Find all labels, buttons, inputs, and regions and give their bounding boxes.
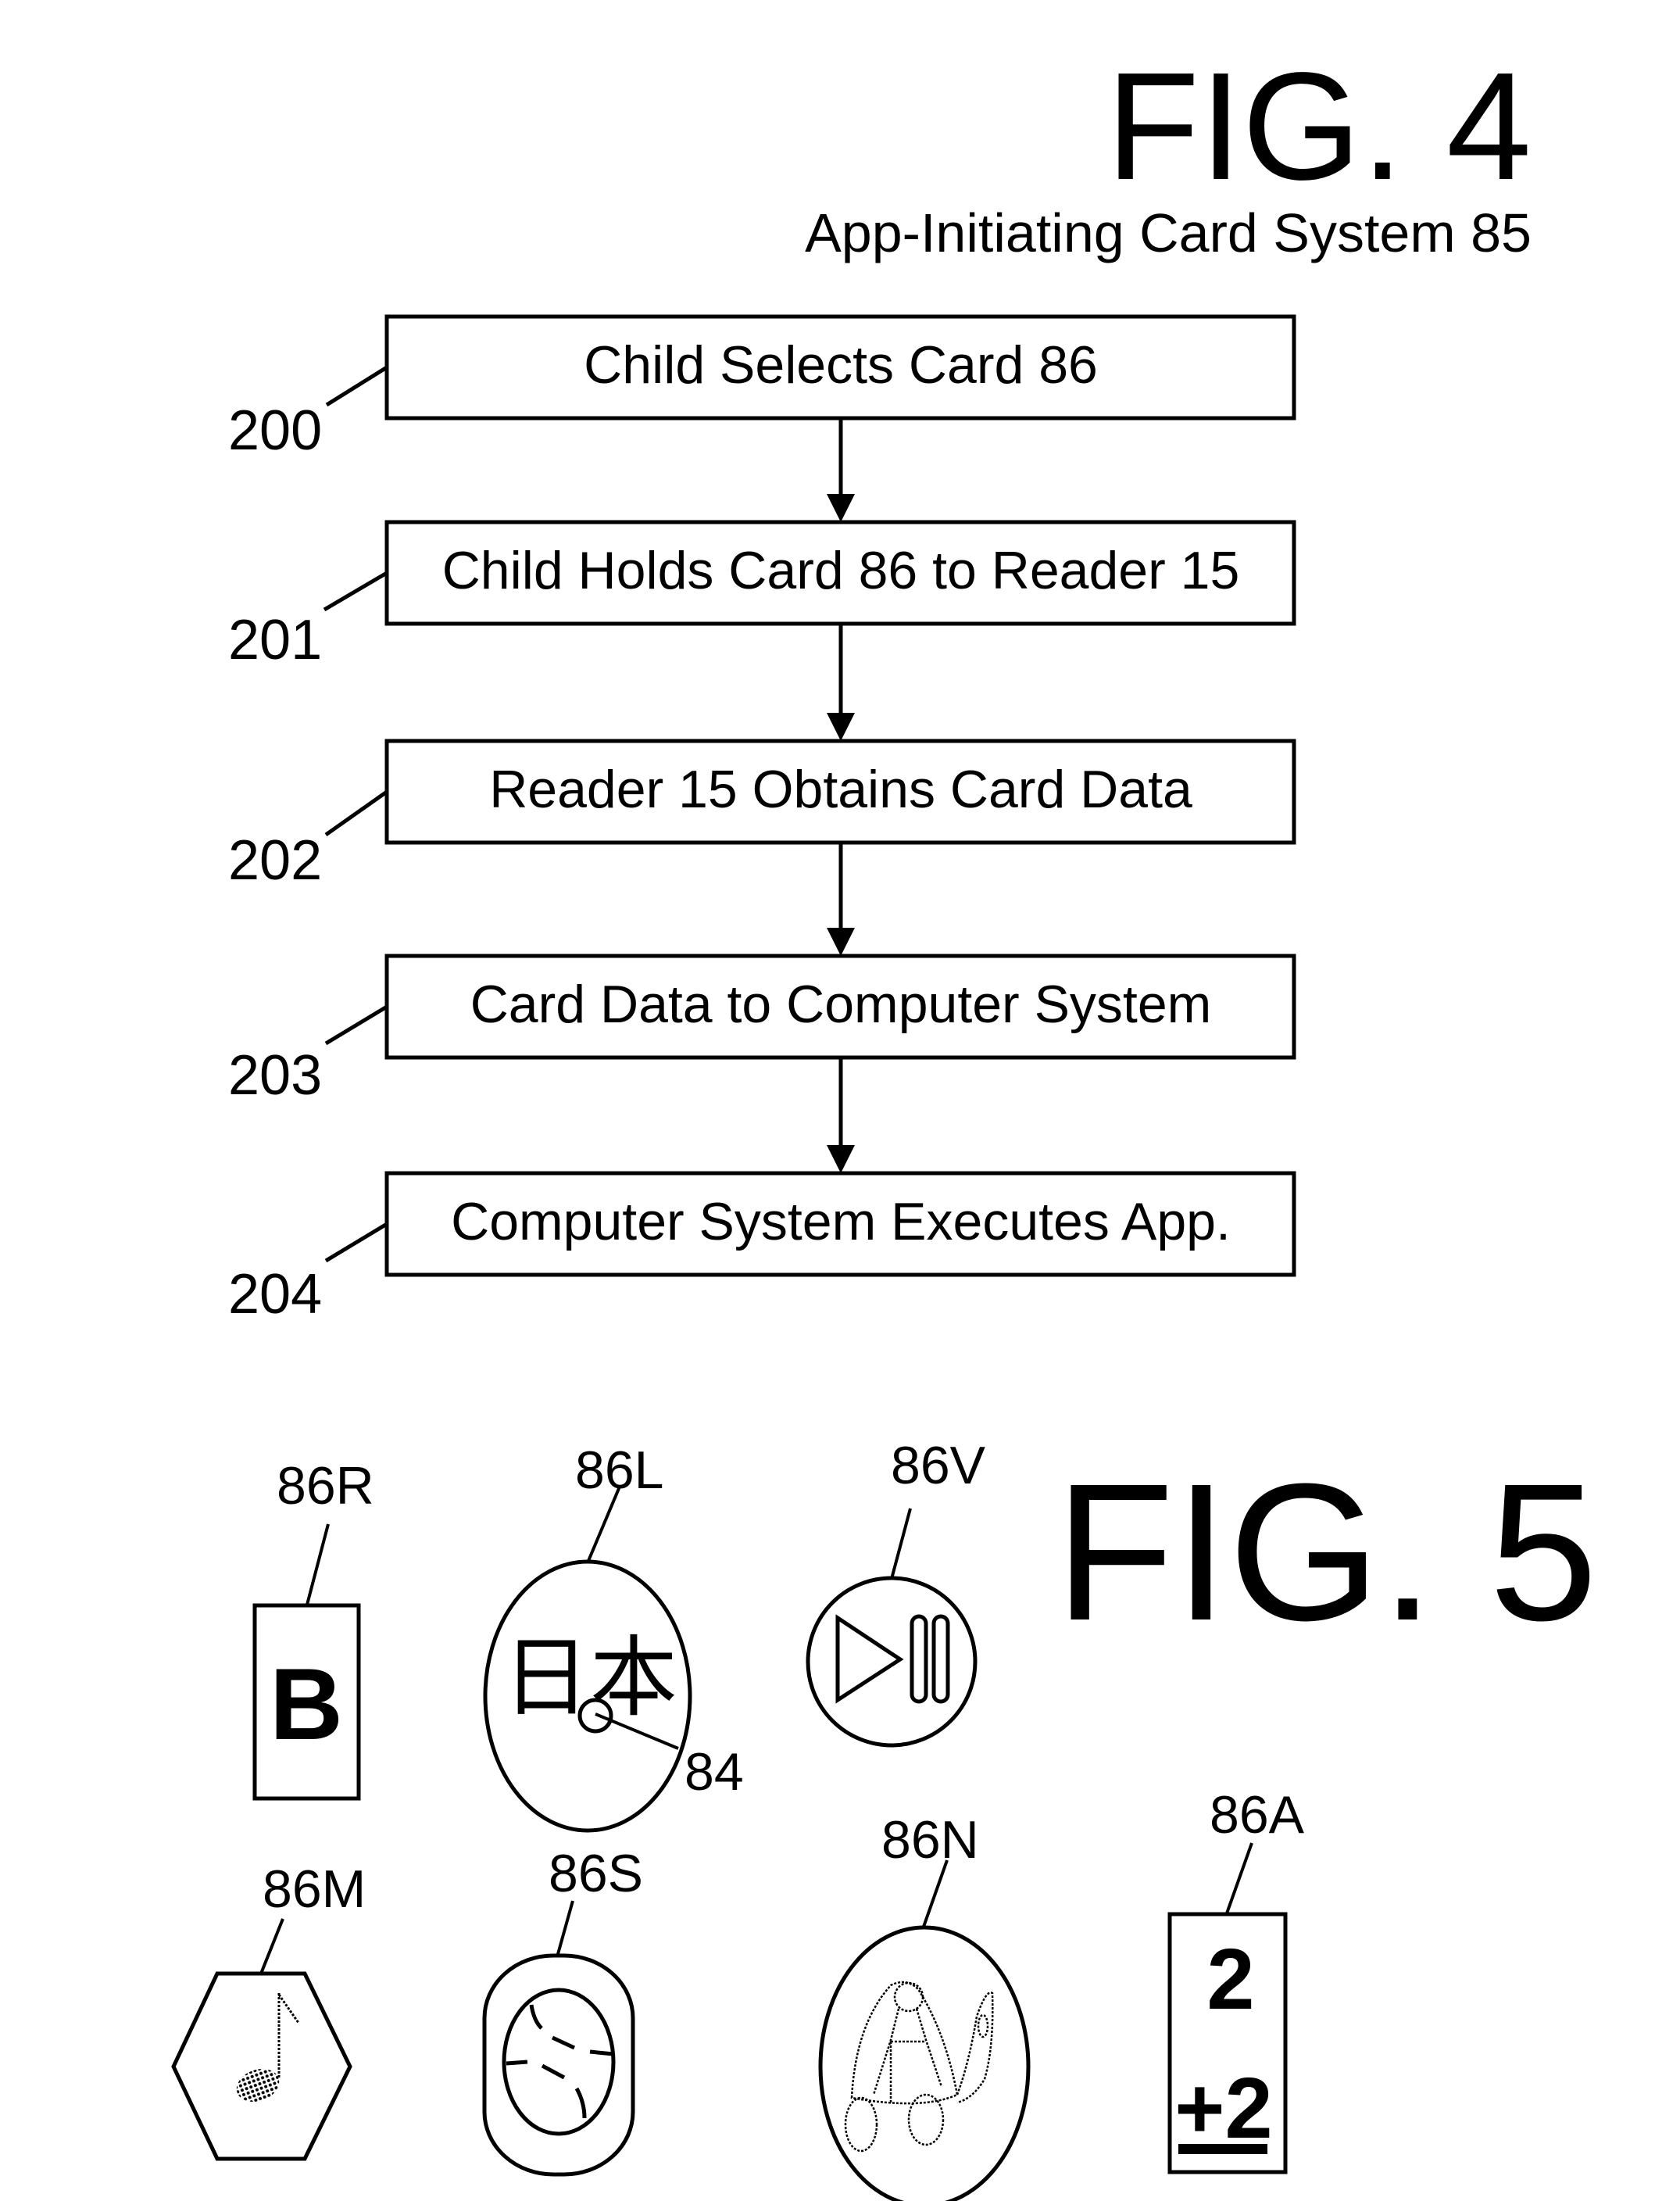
fig5-title: FIG. 5 (1055, 1443, 1598, 1661)
card-86m: 86M (171, 1859, 366, 2161)
pause-bar-icon (910, 1614, 928, 1704)
music-note-icon (236, 2068, 280, 2103)
step-label-202: Reader 15 Obtains Card Data (489, 760, 1192, 819)
ref-leader-86s (556, 1900, 574, 1955)
card-ref-86r: 86R (277, 1456, 374, 1516)
arrow-down-icon (827, 494, 855, 522)
step-ref-202: 202 (228, 829, 322, 892)
fig4-title: FIG. 4 (1106, 41, 1532, 212)
ref-leader-86r (306, 1523, 330, 1605)
arrow-down-icon (827, 713, 855, 741)
card-symbol-b: B (270, 1647, 343, 1761)
baseball-stitches (506, 2004, 614, 2119)
card-86a: 86A 2 +2 (1167, 1785, 1305, 2174)
ref-leader-86n (922, 1859, 949, 1927)
ref-leader-204 (324, 1222, 388, 1263)
ref-leader-202 (324, 789, 388, 837)
step-ref-204: 204 (228, 1263, 322, 1326)
card-top-number: 2 (1206, 1931, 1254, 2027)
card-86v: 86V (806, 1436, 986, 1748)
step-label-200: Child Selects Card 86 (584, 335, 1098, 395)
card-86s: 86S (482, 1844, 643, 2177)
step-label-203: Card Data to Computer System (470, 975, 1212, 1034)
card-ref-86s: 86S (549, 1844, 643, 1903)
card-symbol-kanji: 日本 (502, 1629, 677, 1727)
turtle-icon (844, 1981, 994, 2153)
step-ref-203: 203 (228, 1044, 322, 1107)
card-ref-86a: 86A (1210, 1785, 1305, 1845)
step-ref-200: 200 (228, 399, 322, 462)
play-icon (835, 1614, 904, 1704)
sum-underline (1178, 2144, 1267, 2154)
card-86r: 86R B (252, 1456, 374, 1801)
ref-leader-203 (324, 1004, 388, 1046)
arrow-down-icon (827, 1145, 855, 1173)
card-ref-86m: 86M (263, 1859, 366, 1919)
ref-leader-201 (323, 571, 388, 612)
ref-leader-86a (1225, 1842, 1253, 1914)
card-86l: 86L 日本 84 (483, 1440, 744, 1833)
card-ref-86v: 86V (891, 1436, 986, 1495)
pause-bar-icon (931, 1614, 950, 1704)
card-bottom-number: +2 (1174, 2060, 1272, 2156)
patent-figure-sheet: FIG. 4 App-Initiating Card System 85 Chi… (171, 41, 1598, 2201)
music-note-card-icon (171, 1971, 352, 2161)
step-label-201: Child Holds Card 86 to Reader 15 (442, 541, 1240, 600)
marker-ref-84: 84 (685, 1742, 744, 1802)
step-ref-201: 201 (228, 609, 322, 671)
ref-leader-200 (325, 365, 388, 407)
ref-leader-86m (259, 1918, 284, 1974)
card-ref-86n: 86N (881, 1810, 979, 1870)
fig4-subtitle: App-Initiating Card System 85 (805, 202, 1532, 263)
turtle-card-icon (818, 1925, 1031, 2201)
note-flag (277, 1994, 300, 2024)
step-label-204: Computer System Executes App. (451, 1192, 1231, 1251)
play-pause-card-icon (806, 1576, 978, 1748)
card-86n: 86N (818, 1810, 1031, 2201)
ref-leader-86v (890, 1508, 912, 1580)
arrow-down-icon (827, 928, 855, 956)
